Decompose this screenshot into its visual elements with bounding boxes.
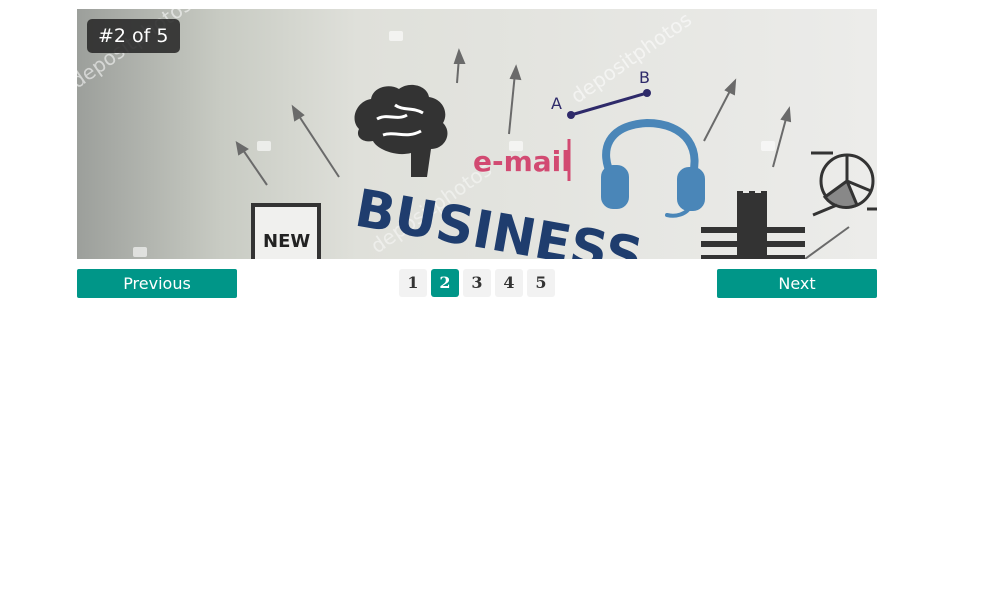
point-b-label: B — [639, 68, 650, 87]
new-tag-sketch: NEW — [251, 203, 321, 259]
next-button[interactable]: Next — [717, 269, 877, 298]
slide-counter: #2 of 5 — [87, 19, 180, 53]
page-1-button[interactable]: 1 — [399, 269, 427, 297]
previous-button[interactable]: Previous — [77, 269, 237, 298]
page-2-button[interactable]: 2 — [431, 269, 459, 297]
new-tag-label: NEW — [263, 231, 310, 252]
image-slider: depositphotos depositphotos depositphoto… — [77, 9, 877, 259]
point-a-label: A — [551, 94, 562, 113]
page-5-button[interactable]: 5 — [527, 269, 555, 297]
page-4-button[interactable]: 4 — [495, 269, 523, 297]
pagination: 12345 — [399, 269, 555, 298]
page-3-button[interactable]: 3 — [463, 269, 491, 297]
slide-image: depositphotos depositphotos depositphoto… — [77, 9, 877, 259]
